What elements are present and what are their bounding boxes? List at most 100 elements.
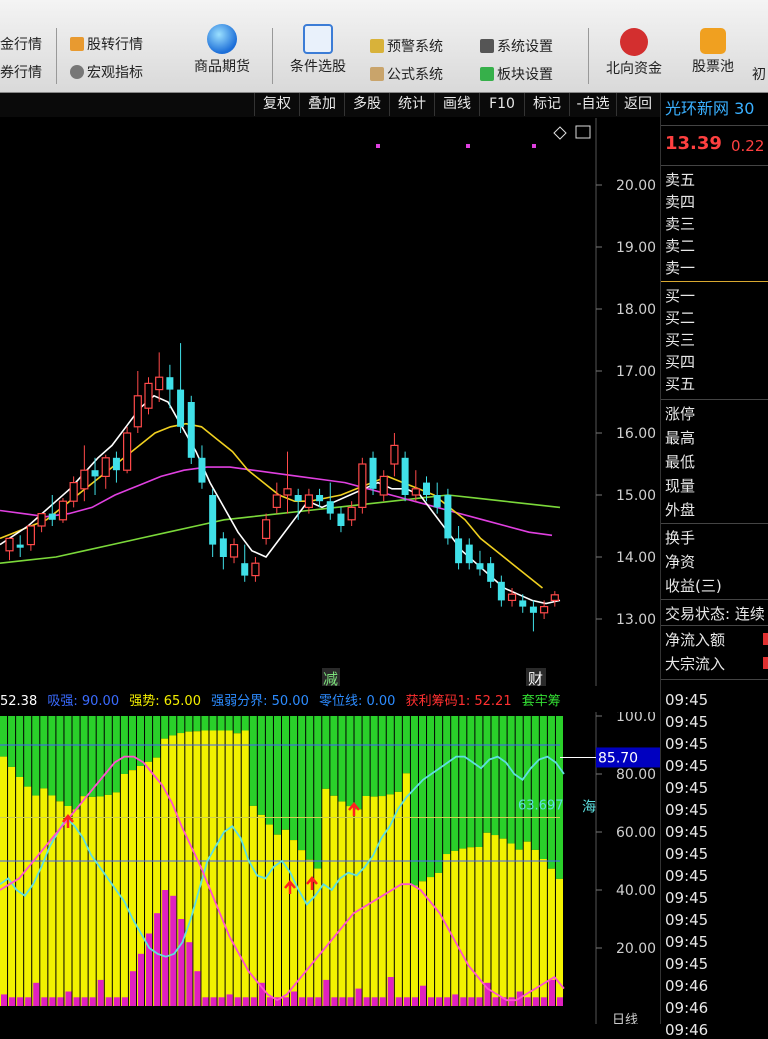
last-price: 13.39	[665, 133, 722, 154]
indicator-magenta-bar	[33, 982, 40, 1006]
price-change: 0.22	[731, 137, 765, 155]
indicator-magenta-bar	[548, 979, 555, 1006]
indicator-magenta-bar	[283, 997, 290, 1006]
indicator-magenta-bar	[162, 890, 169, 1006]
price-tick-label: 13.00	[616, 612, 656, 628]
toolbar-screener-button[interactable]: 条件选股	[282, 24, 354, 76]
toolbar-settings[interactable]: 系统设置	[480, 36, 553, 56]
price-tick-label: 15.00	[616, 488, 656, 504]
toolbar-bond-quote[interactable]: 券行情	[0, 62, 42, 82]
toolbar-transfer-quote[interactable]: 股转行情	[70, 34, 143, 54]
toolbar-fund-quote[interactable]: 金行情	[0, 34, 42, 54]
subbar-watchlist-button[interactable]: -自选	[569, 93, 616, 116]
subbar-stats-button[interactable]: 统计	[389, 93, 434, 116]
subbar-back-button[interactable]: 返回	[616, 93, 659, 116]
subbar-multi-button[interactable]: 多股	[344, 93, 389, 116]
event-dot	[466, 144, 470, 148]
toolbar-cut-item[interactable]: 初	[752, 64, 766, 84]
indicator-yellow-bar	[402, 773, 410, 1006]
indicator-magenta-bar	[532, 997, 539, 1006]
divider	[661, 625, 768, 626]
indicator-chart[interactable]: 100.0 80.00 60.00 40.00 20.00 85.70 63.697 海日线	[0, 712, 660, 1024]
candle-body	[58, 500, 68, 521]
main-toolbar: 金行情 券行情 股转行情 宏观指标 商品期货 条件选股 预警系统 公式系统 系统…	[0, 0, 768, 93]
indicator-tick-label: 100.0	[616, 712, 656, 725]
indicator-magenta-bar	[202, 997, 209, 1006]
toolbar-formula[interactable]: 公式系统	[370, 64, 443, 84]
candle-body	[379, 475, 388, 496]
toolbar-futures-button[interactable]: 商品期货	[186, 24, 258, 76]
indicator-magenta-bar	[299, 997, 306, 1006]
candle-body	[411, 488, 420, 496]
stat-row: 最低	[665, 453, 696, 471]
toolbar-blocks[interactable]: 板块设置	[480, 64, 553, 84]
candle-body	[198, 457, 206, 483]
toolbar-macro[interactable]: 宏观指标	[70, 62, 143, 82]
indicator-yellow-bar	[265, 824, 273, 1006]
indicator-yellow-bar	[290, 840, 298, 1006]
indicator-magenta-bar	[460, 997, 467, 1006]
tick-time: 09:45	[665, 735, 709, 753]
indicator-green-bar	[185, 716, 193, 732]
price-tick-label: 16.00	[616, 426, 656, 442]
price-tick-label: 14.00	[616, 550, 656, 566]
indicator-green-bar	[104, 716, 112, 795]
indicator-magenta-bar	[540, 997, 547, 1006]
indicator-magenta-bar	[218, 997, 225, 1006]
stock-title[interactable]: 光环新网 30	[665, 95, 754, 119]
toolbar-alarm[interactable]: 预警系统	[370, 36, 443, 56]
subbar-fuquan-button[interactable]: 复权	[254, 93, 299, 116]
candle-body	[487, 563, 495, 582]
candle-body	[540, 606, 549, 614]
indicator-magenta-bar	[323, 979, 330, 1006]
indicator-green-bar	[483, 716, 491, 833]
candle-body	[123, 432, 132, 471]
bid-ask-divider	[661, 281, 768, 282]
candle-body	[272, 494, 281, 508]
indicator-green-bar	[273, 716, 281, 835]
ask-row: 卖一	[665, 259, 696, 277]
indicator-green-bar	[515, 716, 523, 850]
indicator-green-bar	[249, 716, 257, 806]
candle-body	[507, 593, 517, 602]
flow-indicator	[763, 657, 768, 669]
indicator-green-bar	[0, 716, 8, 757]
indicator-yellow-bar	[233, 733, 241, 1006]
indicator-magenta-bar	[226, 994, 233, 1006]
indicator-green-bar	[257, 716, 265, 815]
toolbar-pool-button[interactable]: 股票池	[682, 28, 744, 76]
candle-body	[497, 581, 505, 601]
indicator-magenta-bar	[194, 971, 201, 1006]
indicator-yellow-bar	[32, 795, 40, 1006]
toolbar-northbound-button[interactable]: 北向资金	[598, 28, 670, 78]
indicator-value: 52.38	[0, 694, 38, 709]
subbar-mark-button[interactable]: 标记	[524, 93, 569, 116]
chart-subbar: 复权 叠加 多股 统计 画线 F10 标记 -自选 返回	[0, 93, 660, 117]
subbar-f10-button[interactable]: F10	[479, 93, 524, 116]
kline-chart[interactable]: 20.00 19.00 18.00 17.00 16.00 15.00 14.00 13.00…	[0, 118, 660, 686]
indicator-yellow-bar	[330, 795, 338, 1006]
candle-body	[16, 544, 24, 548]
indicator-magenta-bar	[234, 997, 241, 1006]
indicator-xiqiang: 吸强: 90.00	[47, 694, 120, 709]
toolbar-screener-label: 条件选股	[290, 59, 346, 75]
event-dot	[532, 144, 536, 148]
indicator-yellow-bar	[40, 788, 48, 1006]
indicator-green-bar	[475, 716, 483, 848]
indicator-green-bar	[427, 716, 435, 878]
indicator-magenta-bar	[129, 971, 136, 1006]
indicator-yellow-bar	[515, 849, 523, 1006]
indicator-green-bar	[306, 716, 314, 860]
event-dot	[376, 144, 380, 148]
indicator-yellow-bar	[273, 834, 281, 1006]
subbar-draw-button[interactable]: 画线	[434, 93, 479, 116]
indicator-green-bar	[499, 716, 507, 839]
indicator-magenta-bar	[508, 997, 515, 1006]
indicator-magenta-bar	[186, 942, 193, 1006]
subbar-overlay-button[interactable]: 叠加	[299, 93, 344, 116]
toolbar-separator	[272, 28, 273, 84]
ask-row: 卖三	[665, 215, 696, 233]
divider	[661, 599, 768, 600]
toolbar-separator	[56, 28, 57, 84]
candle-body	[166, 377, 174, 390]
